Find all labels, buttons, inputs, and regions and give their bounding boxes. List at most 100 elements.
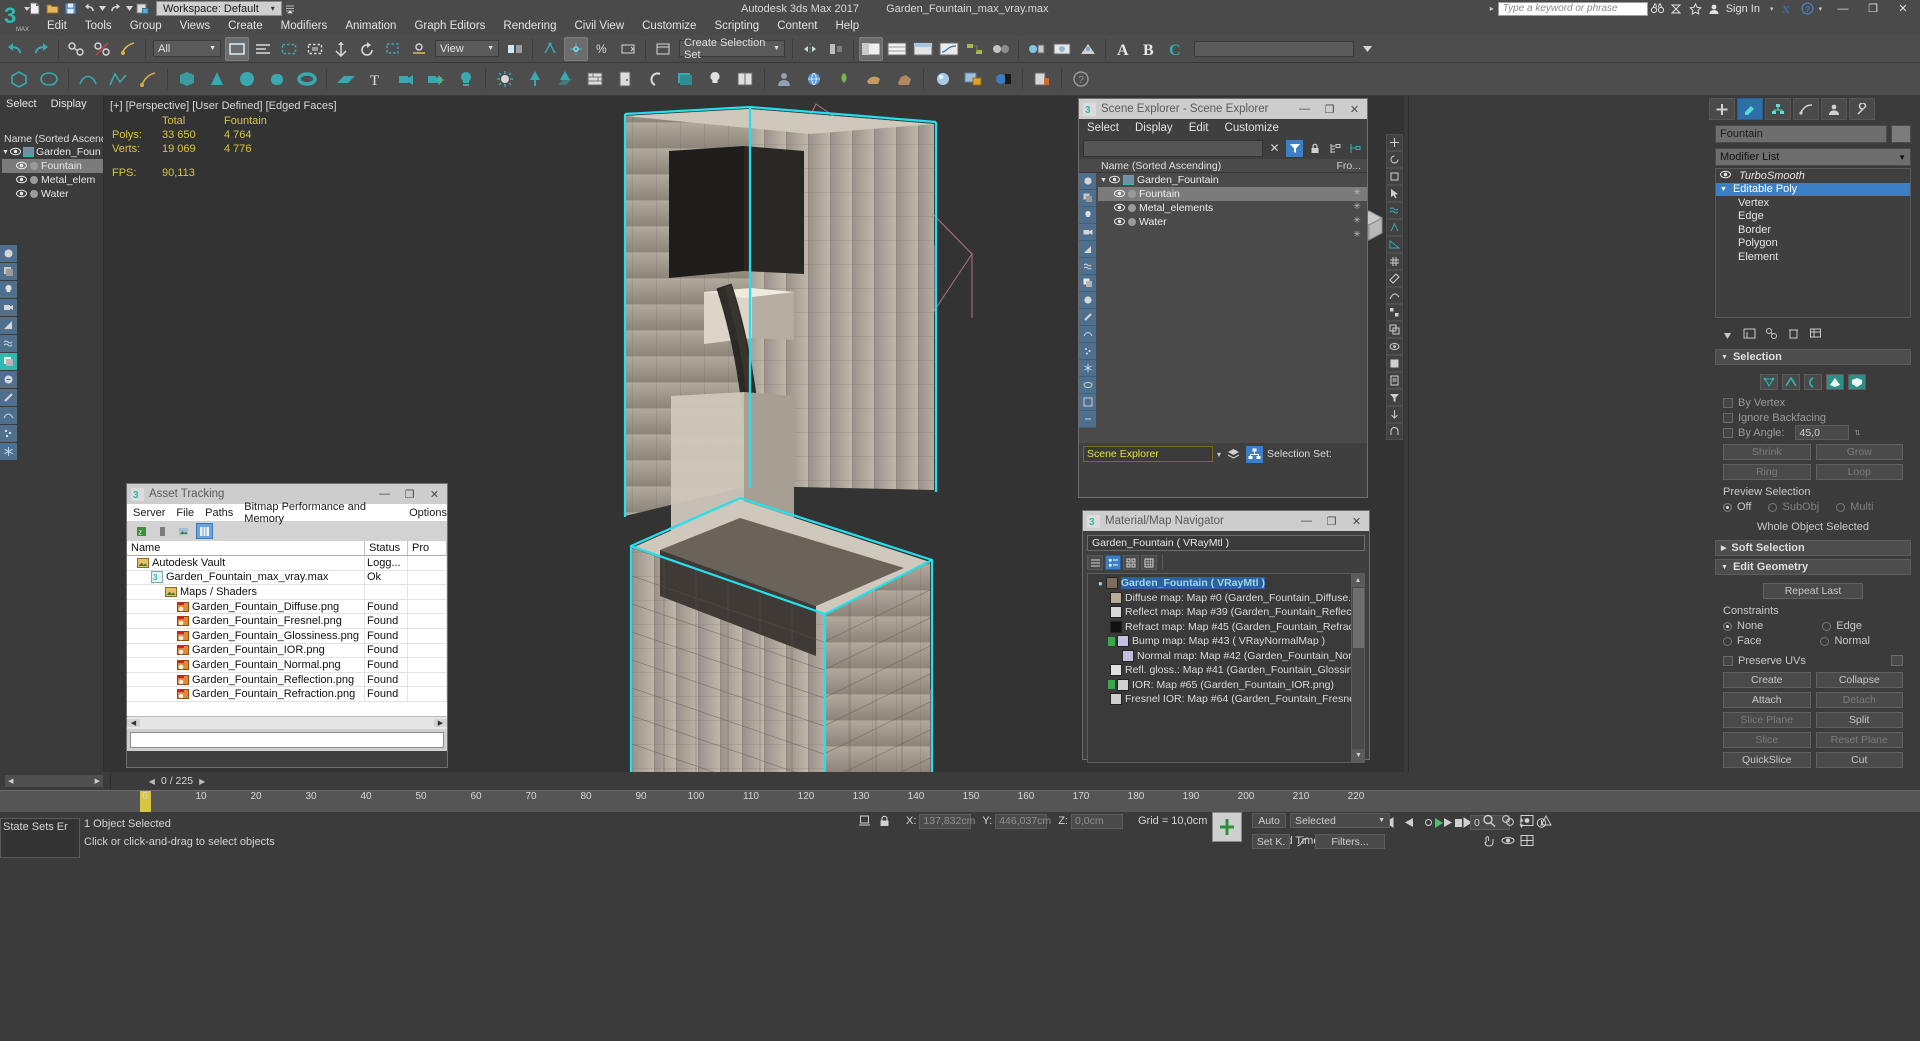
se-row-water[interactable]: Water	[1098, 215, 1367, 229]
script-dropdown-icon[interactable]	[1355, 37, 1379, 61]
refresh-asset-icon[interactable]	[154, 523, 171, 539]
vt-arrow-down-icon[interactable]	[1386, 406, 1403, 423]
rollout-selection-header[interactable]: ▼ Selection	[1715, 349, 1911, 365]
menu-item-content[interactable]: Content	[768, 17, 826, 35]
asset-tracking-hscrollbar[interactable]: ◀ ▶	[127, 716, 447, 729]
selection-filter-combo[interactable]: All ▼	[153, 40, 221, 57]
view-small-icons-icon[interactable]	[1123, 555, 1139, 570]
subobject-row-edge[interactable]: Edge	[1716, 210, 1910, 224]
menu-item-create[interactable]: Create	[219, 17, 272, 35]
hierarchy-icon[interactable]	[1246, 446, 1263, 463]
scroll-right-icon[interactable]: ▶	[434, 719, 447, 727]
asset-tracking-icon[interactable]	[959, 65, 987, 93]
search-binoculars-icon[interactable]	[1648, 0, 1667, 17]
by-angle-row[interactable]: By Angle: 45,0 ⇅	[1723, 425, 1903, 440]
create-standard-primitives-icon[interactable]	[5, 65, 33, 93]
preserve-uvs-settings-icon[interactable]	[1891, 655, 1903, 666]
snowflake-icon[interactable]: ✳	[1351, 229, 1363, 243]
world-icon[interactable]	[800, 65, 828, 93]
filter-all-icon[interactable]	[0, 245, 17, 262]
light-lister-icon[interactable]	[701, 65, 729, 93]
viewport-hscrollbar[interactable]: ◀ ▶	[4, 774, 104, 788]
vt-arch-icon[interactable]	[1386, 423, 1403, 440]
prev-frame-icon[interactable]: ◀	[149, 777, 155, 786]
scene-explorer-search-input[interactable]	[1083, 140, 1263, 157]
sign-in-button[interactable]: Sign In	[1726, 3, 1760, 15]
scene-explorer-column-header[interactable]: Name (Sorted Ascending) Fro...	[1079, 159, 1367, 173]
se-filter-extra-icon[interactable]	[1079, 394, 1096, 411]
vt-page-icon[interactable]	[1386, 372, 1403, 389]
expand-all-icon[interactable]	[1326, 140, 1343, 157]
filter-lights-icon[interactable]	[0, 281, 17, 298]
create-sunlight-icon[interactable]	[491, 65, 519, 93]
asset-tracking-close[interactable]: ✕	[422, 484, 447, 504]
element-level-icon[interactable]	[1848, 374, 1866, 390]
table-row[interactable]: Garden_Fountain_Fresnel.png Found	[127, 614, 447, 629]
repeat-last-button[interactable]: Repeat Last	[1763, 583, 1863, 599]
chevron-down-icon[interactable]: ▾	[1217, 450, 1221, 459]
shrink-button[interactable]: Shrink	[1723, 444, 1811, 460]
maximize-viewport-icon[interactable]	[1518, 832, 1535, 849]
play-animation-icon[interactable]	[1430, 814, 1447, 831]
vt-box-icon[interactable]	[1386, 355, 1403, 372]
create-free-camera-icon[interactable]	[422, 65, 450, 93]
material-editor-icon[interactable]	[989, 37, 1013, 61]
se-filter-xrefs-icon[interactable]	[1079, 292, 1096, 309]
preserve-uvs-row[interactable]: Preserve UVs	[1723, 653, 1903, 668]
reset-plane-button[interactable]: Reset Plane	[1816, 732, 1904, 748]
se-filter-shapes-icon[interactable]	[1079, 326, 1096, 343]
plant-icon[interactable]	[830, 65, 858, 93]
ignore-backfacing-row[interactable]: Ignore Backfacing	[1723, 410, 1903, 425]
bitmap-list-icon[interactable]	[175, 523, 192, 539]
col-header-name[interactable]: Name	[127, 541, 365, 555]
filter-helpers-icon[interactable]	[0, 317, 17, 334]
eye-icon[interactable]	[16, 175, 27, 186]
cut-button[interactable]: Cut	[1816, 752, 1904, 768]
se-row-fountain[interactable]: Fountain	[1098, 187, 1367, 201]
scene-explorer-titlebar[interactable]: 3 Scene Explorer - Scene Explorer — ❐ ✕	[1079, 99, 1367, 119]
se-filter-spacewarps-icon[interactable]	[1079, 258, 1096, 275]
time-slider-ruler[interactable]: 0 10 20 30 40 50 60 70 80 90 100 110 120…	[0, 790, 1920, 812]
window-crossing-toggle-icon[interactable]	[303, 37, 327, 61]
menu-item-graph-editors[interactable]: Graph Editors	[405, 17, 494, 35]
filter-funnel-icon[interactable]	[1286, 140, 1303, 157]
scroll-down-icon[interactable]: ▼	[1352, 749, 1365, 762]
spinner-snap-toggle-icon[interactable]	[616, 37, 640, 61]
left-menu-display[interactable]: Display	[51, 98, 87, 110]
selection-lock-icon[interactable]	[856, 813, 873, 830]
se-row-garden-fountain[interactable]: ▼ Garden_Fountain	[1098, 173, 1367, 187]
matnav-row-root[interactable]: ● Garden_Fountain ( VRayMtl )	[1092, 576, 1364, 591]
asset-tracking-status-field[interactable]	[130, 732, 444, 748]
constraint-none-radio[interactable]	[1723, 622, 1732, 631]
table-row[interactable]: Autodesk Vault Logg...	[127, 556, 447, 571]
modifier-stack[interactable]: TurboSmooth ▼ Editable Poly Vertex Edge …	[1715, 168, 1911, 318]
create-torus-icon[interactable]	[293, 65, 321, 93]
scene-explorer-tree[interactable]: ▼ Garden_Fountain Fountain Metal_element…	[1079, 173, 1367, 443]
attach-button[interactable]: Attach	[1723, 692, 1811, 708]
reference-coordinate-system-combo[interactable]: View ▼	[435, 40, 499, 57]
se-menu-edit[interactable]: Edit	[1189, 122, 1209, 134]
by-vertex-row[interactable]: By Vertex	[1723, 395, 1903, 410]
help-icon[interactable]: ?	[1798, 0, 1817, 17]
vt-grid-icon[interactable]	[1386, 253, 1403, 270]
slice-plane-button[interactable]: Slice Plane	[1723, 712, 1811, 728]
coord-y-value[interactable]: 446,037cm	[995, 814, 1047, 829]
menu-item-scripting[interactable]: Scripting	[705, 17, 768, 35]
se-filter-particles-icon[interactable]	[1079, 343, 1096, 360]
render-production-icon[interactable]	[1076, 37, 1100, 61]
snowflake-icon[interactable]: ✳	[1351, 201, 1363, 215]
asset-tracking-table[interactable]: Name Status Pro Autodesk Vault Logg... 3	[127, 541, 447, 716]
vt-rotate-icon[interactable]	[1386, 151, 1403, 168]
create-plane-icon[interactable]	[332, 65, 360, 93]
select-object-icon[interactable]	[225, 37, 249, 61]
subobject-row-border[interactable]: Border	[1716, 223, 1910, 237]
vt-select-icon[interactable]	[1386, 185, 1403, 202]
at-menu-server[interactable]: Server	[133, 507, 165, 519]
vt-scale-icon[interactable]	[1386, 168, 1403, 185]
collapse-all-icon[interactable]	[1346, 140, 1363, 157]
scrollbar-thumb[interactable]	[1353, 588, 1364, 648]
help-circle-icon[interactable]: ?	[1067, 65, 1095, 93]
eye-icon[interactable]	[1114, 189, 1125, 200]
unlink-selection-icon[interactable]	[90, 37, 114, 61]
preview-subobj-radio[interactable]	[1768, 503, 1777, 512]
